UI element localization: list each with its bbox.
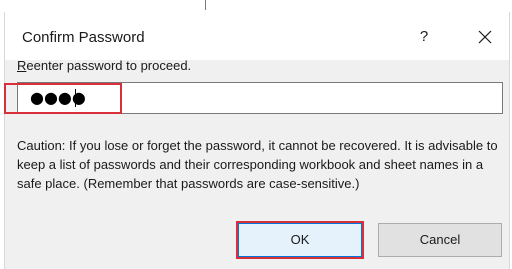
prompt-text: eenter password to proceed.: [26, 58, 192, 73]
password-input[interactable]: ●●●●: [17, 82, 503, 114]
background-window-edge: [0, 0, 512, 10]
prompt-mnemonic: R: [17, 58, 27, 73]
reenter-password-label: Reenter password to proceed.: [17, 58, 191, 73]
help-button[interactable]: ?: [412, 25, 436, 49]
ok-button[interactable]: OK: [238, 223, 362, 257]
text-caret: [75, 89, 76, 107]
close-icon: [478, 30, 492, 44]
caution-message: Caution: If you lose or forget the passw…: [17, 138, 498, 191]
close-button[interactable]: [473, 25, 497, 49]
cancel-button[interactable]: Cancel: [378, 223, 502, 257]
dialog-title: Confirm Password: [22, 29, 145, 46]
password-masked-value: ●●●●: [30, 88, 86, 107]
dialog-titlebar: Confirm Password ?: [5, 12, 509, 60]
